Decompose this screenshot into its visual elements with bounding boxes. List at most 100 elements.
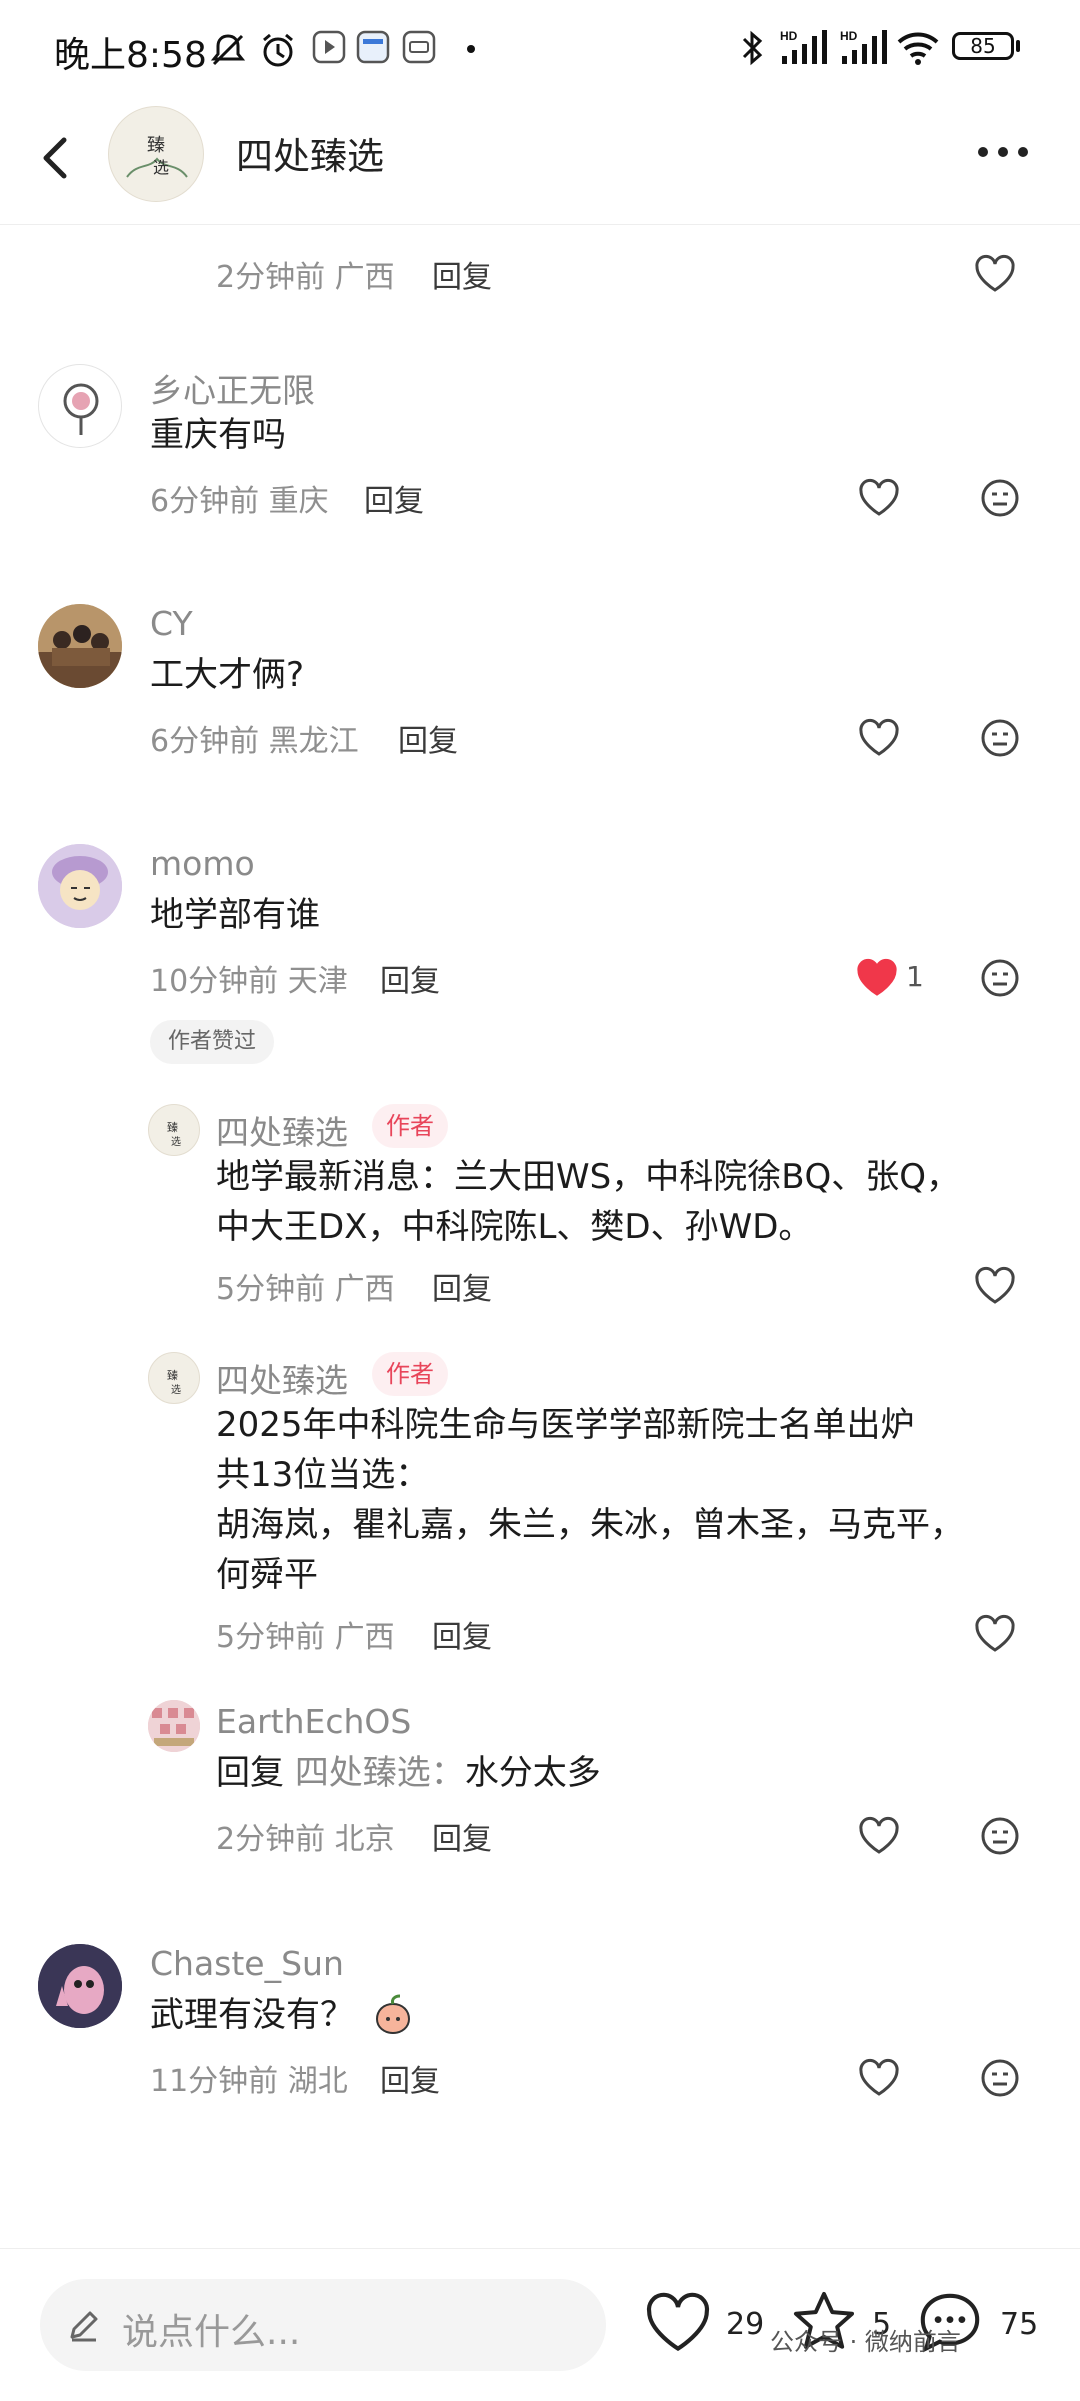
comment-list: 2分钟前 广西 回复 乡心正无限 重庆有吗 6分钟前 重庆 回复 CY 工大才俩… bbox=[0, 224, 1080, 2248]
pink-panther-avatar-icon bbox=[38, 1944, 122, 2028]
dot-icon bbox=[467, 45, 475, 53]
reply-item: 臻选 四处臻选 作者 2025年中科院生命与医学学部新院士名单出炉 共13位当选… bbox=[0, 1352, 1080, 1682]
commenter-name[interactable]: CY bbox=[150, 604, 193, 643]
comment-time: 11分钟前 湖北 bbox=[150, 2064, 348, 2099]
reply-text-line: 地学最新消息：兰大田WS，中科院徐BQ、张Q， bbox=[216, 1157, 961, 1197]
comment-item: 2分钟前 广西 回复 bbox=[0, 224, 1080, 344]
svg-text:选: 选 bbox=[171, 1135, 181, 1148]
comment-input-placeholder: 说点什么... bbox=[122, 2312, 301, 2353]
commenter-name[interactable]: momo bbox=[150, 844, 255, 883]
reply-button[interactable]: 回复 bbox=[432, 1612, 492, 1656]
author-badge: 作者 bbox=[372, 1352, 448, 1396]
reply-item: EarthEchOS 回复 四处臻选：水分太多 2分钟前 北京 回复 bbox=[0, 1700, 1080, 1890]
svg-text:选: 选 bbox=[171, 1383, 181, 1396]
signal-hd-icon-2: HD bbox=[840, 29, 887, 64]
like-heart-icon[interactable] bbox=[974, 254, 1016, 294]
signal-hd-icon: HD bbox=[780, 29, 827, 64]
comment-text: 重庆有吗 bbox=[150, 415, 286, 455]
liked-heart-icon[interactable] bbox=[856, 958, 898, 998]
author-liked-badge: 作者赞过 bbox=[150, 1020, 275, 1064]
account-avatar[interactable]: 臻 选 bbox=[108, 106, 204, 202]
app-icon-2 bbox=[402, 30, 436, 64]
comment-time: 5分钟前 广西 bbox=[216, 1272, 395, 1307]
dislike-face-icon[interactable] bbox=[980, 718, 1020, 758]
reply-button[interactable]: 回复 bbox=[380, 2056, 440, 2100]
reply-button[interactable]: 回复 bbox=[380, 956, 440, 1000]
avatar[interactable] bbox=[38, 844, 122, 928]
svg-text:选: 选 bbox=[153, 158, 169, 177]
reply-button[interactable]: 回复 bbox=[432, 252, 492, 296]
lollipop-avatar-icon bbox=[63, 383, 99, 435]
commenter-name[interactable]: 乡心正无限 bbox=[150, 364, 315, 412]
comment-text: 地学部有谁 bbox=[150, 895, 320, 935]
comment-item: CY 工大才俩? 6分钟前 黑龙江 回复 bbox=[0, 604, 1080, 824]
wifi-icon bbox=[897, 32, 939, 65]
comment-item: momo 地学部有谁 10分钟前 天津 回复 1 作者赞过 臻选 四处臻选 作者… bbox=[0, 844, 1080, 1924]
app-icon bbox=[356, 30, 390, 64]
commenter-name[interactable]: EarthEchOS bbox=[216, 1702, 411, 1741]
logo-icon: 臻 选 bbox=[126, 135, 188, 178]
avatar[interactable] bbox=[38, 604, 122, 688]
reply-text-line: 共13位当选： bbox=[216, 1455, 430, 1495]
like-heart-icon[interactable] bbox=[974, 1614, 1016, 1654]
alarm-icon bbox=[263, 33, 293, 67]
like-heart-icon[interactable] bbox=[858, 478, 900, 518]
comment-time: 2分钟前 北京 bbox=[216, 1822, 395, 1857]
commenter-name[interactable]: 四处臻选 bbox=[216, 1106, 348, 1154]
like-heart-icon[interactable] bbox=[644, 2291, 712, 2355]
battery-icon: 85 bbox=[952, 32, 1014, 60]
reply-button[interactable]: 回复 bbox=[364, 476, 424, 520]
mute-icon bbox=[210, 34, 246, 66]
comment-time: 6分钟前 黑龙江 bbox=[150, 724, 359, 759]
bluetooth-icon bbox=[742, 30, 763, 66]
group-photo-avatar-icon bbox=[38, 604, 122, 688]
svg-text:HD: HD bbox=[840, 29, 858, 43]
pencil-icon bbox=[70, 2311, 98, 2342]
more-options-icon[interactable] bbox=[976, 144, 1030, 160]
avatar[interactable] bbox=[148, 1700, 200, 1752]
comment-input[interactable]: 说点什么... bbox=[40, 2279, 606, 2371]
commenter-name[interactable]: Chaste_Sun bbox=[150, 1944, 344, 1983]
comment-time: 2分钟前 广西 bbox=[216, 260, 395, 295]
pattern-avatar-icon bbox=[148, 1700, 200, 1752]
avatar[interactable] bbox=[38, 364, 122, 448]
avatar[interactable]: 臻选 bbox=[148, 1352, 200, 1404]
avatar[interactable]: 臻选 bbox=[148, 1104, 200, 1156]
avatar[interactable] bbox=[38, 1944, 122, 2028]
author-badge: 作者 bbox=[372, 1104, 448, 1148]
reply-text-line: 中大王DX，中科院陈L、樊D、孙WD。 bbox=[216, 1207, 813, 1247]
like-heart-icon[interactable] bbox=[858, 1816, 900, 1856]
reply-button[interactable]: 回复 bbox=[432, 1264, 492, 1308]
comment-item: Chaste_Sun 武理有没有？ 11分钟前 湖北 回复 bbox=[0, 1944, 1080, 2174]
reply-text-line: 胡海岚，瞿礼嘉，朱兰，朱冰，曾木圣，马克平， bbox=[216, 1505, 964, 1545]
like-count: 29 bbox=[726, 2307, 765, 2342]
reply-text-line: 何舜平 bbox=[216, 1555, 318, 1595]
battery-tip bbox=[1016, 40, 1020, 52]
reply-button[interactable]: 回复 bbox=[432, 1814, 492, 1858]
peach-emoji-icon bbox=[375, 1994, 411, 2035]
back-arrow-icon[interactable] bbox=[30, 126, 78, 190]
commenter-name[interactable]: 四处臻选 bbox=[216, 1354, 348, 1402]
comment-time: 6分钟前 重庆 bbox=[150, 484, 329, 519]
svg-text:臻: 臻 bbox=[147, 135, 165, 156]
reply-text: 回复 四处臻选：水分太多 bbox=[216, 1753, 601, 1793]
svg-text:臻: 臻 bbox=[167, 1120, 178, 1134]
reply-item: 臻选 四处臻选 作者 地学最新消息：兰大田WS，中科院徐BQ、张Q， 中大王DX… bbox=[0, 1104, 1080, 1334]
comment-item: 乡心正无限 重庆有吗 6分钟前 重庆 回复 bbox=[0, 364, 1080, 584]
comment-time: 5分钟前 广西 bbox=[216, 1620, 395, 1655]
dislike-face-icon[interactable] bbox=[980, 1816, 1020, 1856]
logo-icon: 臻选 bbox=[167, 1120, 181, 1148]
reply-button[interactable]: 回复 bbox=[398, 716, 458, 760]
status-time: 晚上8:58 bbox=[54, 35, 207, 76]
like-heart-icon[interactable] bbox=[858, 718, 900, 758]
like-heart-icon[interactable] bbox=[858, 2058, 900, 2098]
dislike-face-icon[interactable] bbox=[980, 958, 1020, 998]
like-heart-icon[interactable] bbox=[974, 1266, 1016, 1306]
svg-text:臻: 臻 bbox=[167, 1368, 178, 1382]
dislike-face-icon[interactable] bbox=[980, 478, 1020, 518]
comment-text: 武理有没有？ bbox=[150, 1995, 354, 2035]
page-title[interactable]: 四处臻选 bbox=[236, 126, 384, 180]
dislike-face-icon[interactable] bbox=[980, 2058, 1020, 2098]
comment-text: 工大才俩? bbox=[150, 655, 305, 695]
comment-count: 75 bbox=[1000, 2307, 1039, 2342]
